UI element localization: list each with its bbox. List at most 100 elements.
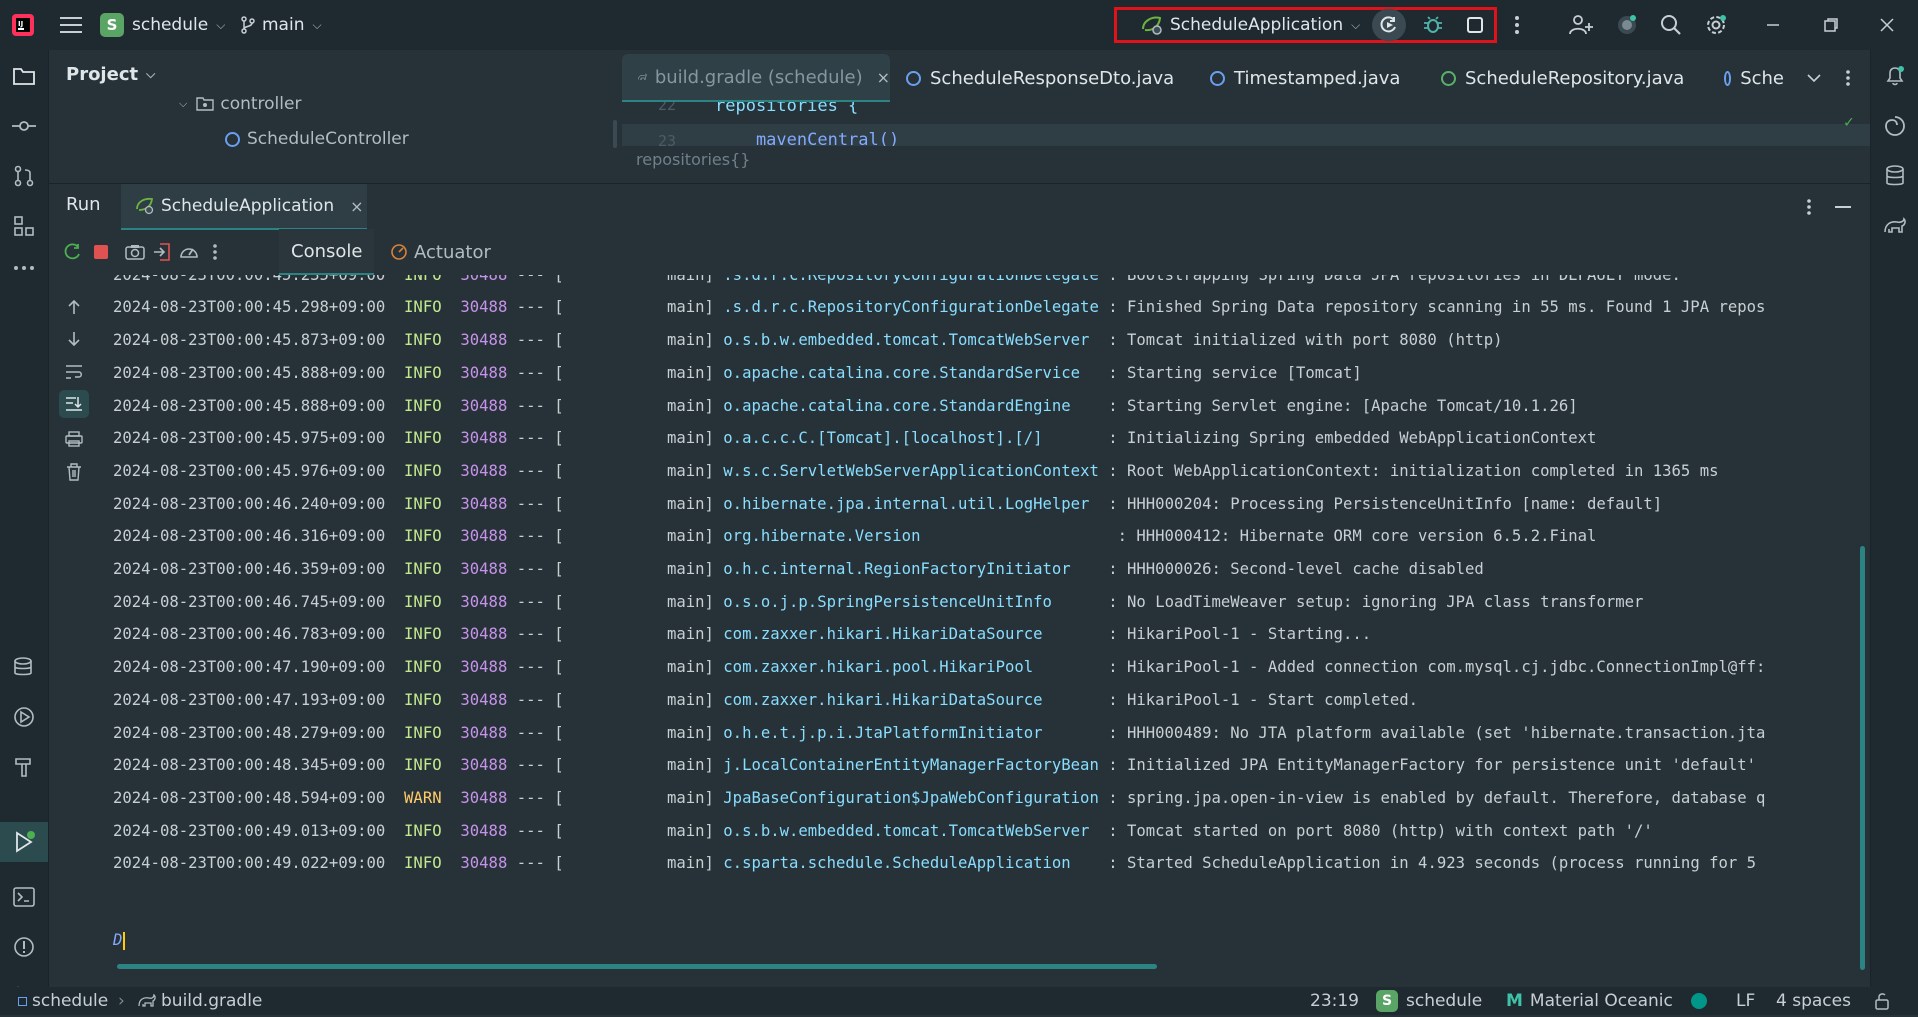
project-folder-icon[interactable] [0,56,48,96]
notifications-bell-icon[interactable] [1871,56,1918,96]
close-tab-icon[interactable]: × [350,197,363,216]
intellij-logo-icon[interactable]: IJ [10,12,36,38]
stop-icon[interactable] [89,240,113,264]
code-breadcrumb[interactable]: repositories{} [636,150,750,169]
tab-actuator[interactable]: Actuator [390,229,491,275]
run-config-selector[interactable]: ScheduleApplication ⌵ [1140,0,1360,50]
log-logger-class[interactable]: HikariPool [939,658,1033,676]
stop-icon[interactable] [1460,9,1490,41]
profiler-gauge-icon[interactable] [177,240,201,264]
log-logger-class[interactable]: JpaBaseConfiguration$JpaWebConfiguration [723,789,1099,807]
structure-icon[interactable] [0,206,48,246]
horizontal-scrollbar[interactable] [117,964,1157,969]
database-icon[interactable] [1871,156,1918,196]
log-logger-class[interactable]: Version [855,527,921,545]
terminal-icon[interactable] [0,877,48,917]
log-logger-class[interactable]: StandardService [939,364,1080,382]
log-logger-class[interactable]: JtaPlatformInitiator [855,724,1043,742]
theme-accent-dot-icon[interactable] [1691,987,1707,1015]
log-logger-class[interactable]: ServletWebServerApplicationContext [780,462,1099,480]
log-logger-class[interactable]: TomcatWebServer [949,822,1090,840]
log-logger-class[interactable]: RegionFactoryInitiator [864,560,1071,578]
vertical-scrollbar[interactable] [1860,546,1865,970]
pull-requests-icon[interactable] [0,156,48,196]
soft-wrap-icon[interactable] [62,360,86,384]
settings-gear-icon[interactable] [1703,12,1729,38]
add-user-icon[interactable] [1568,12,1594,38]
restore-window-icon[interactable] [1818,12,1844,38]
log-logger-class[interactable]: SpringPersistenceUnitInfo [817,593,1052,611]
run-tool-icon[interactable] [0,822,48,862]
project-panel-title[interactable]: Project ⌵ [66,64,155,85]
scroll-up-arrow-icon[interactable] [62,295,86,319]
panel-splitter[interactable] [613,120,617,148]
tree-item-schedulecontroller[interactable]: ScheduleController [225,124,409,154]
log-logger-class[interactable]: LocalContainerEntityManagerFactoryBean [742,756,1099,774]
hide-panel-icon[interactable] [1831,195,1855,219]
status-theme[interactable]: M Material Oceanic [1506,987,1673,1015]
tab-schedule-response-dto[interactable]: ScheduleResponseDto.java [906,54,1174,102]
log-logger-class[interactable]: LogHelper [1005,495,1090,513]
status-breadcrumb-file[interactable]: build.gradle [138,987,262,1015]
log-logger-class[interactable]: HikariDataSource [892,625,1042,643]
tree-item-controller[interactable]: ⌵ controller [179,89,301,119]
package-folder-icon [196,97,215,111]
rerun-icon[interactable] [61,240,85,264]
gradle-elephant-icon[interactable] [1871,206,1918,246]
tab-console[interactable]: Console [279,229,375,275]
close-tab-icon[interactable]: × [877,68,890,87]
log-logger-class[interactable]: TomcatWebServer [949,331,1090,349]
tab-more-icon[interactable] [1836,66,1860,90]
exit-icon[interactable] [150,240,174,264]
clear-trash-icon[interactable] [62,460,86,484]
commit-icon[interactable] [0,106,48,146]
readonly-lock-icon[interactable] [1874,987,1892,1015]
log-thread: main] [563,592,724,611]
rerun-icon[interactable] [1372,9,1406,41]
tab-list-chevron-icon[interactable] [1802,66,1826,90]
more-vertical-icon[interactable] [1504,12,1530,38]
toolbar-more-icon[interactable] [203,240,227,264]
close-window-icon[interactable] [1874,12,1900,38]
log-logger-class[interactable]: C [798,429,807,447]
tab-timestamped[interactable]: Timestamped.java [1210,54,1400,102]
run-tab-scheduleapplication[interactable]: ScheduleApplication × [121,184,367,230]
more-horizontal-icon[interactable] [0,248,48,288]
ai-chat-icon[interactable] [1871,106,1918,146]
print-icon[interactable] [62,427,86,451]
run-services-icon[interactable] [0,697,48,737]
log-logger-class[interactable]: ScheduleApplication [892,854,1070,872]
build-hammer-icon[interactable] [0,747,48,787]
line-separator[interactable]: LF [1736,987,1755,1015]
camera-snapshot-icon[interactable] [123,240,147,264]
project-selector[interactable]: S schedule ⌵ [100,0,225,50]
console-output[interactable]: 2024-08-23T00:00:44.558+09:00 INFO 30488… [101,275,1861,965]
no-problems-check-icon[interactable]: ✓ [1844,112,1854,131]
ai-assistant-icon[interactable] [1614,12,1640,38]
status-breadcrumb-root[interactable]: schedule [18,987,108,1015]
debug-icon[interactable] [1418,9,1448,41]
branch-selector[interactable]: main ⌵ [240,0,322,50]
log-logger-class[interactable]: RepositoryConfigurationDelegate [808,275,1099,284]
tab-schedule-truncated[interactable]: Sche [1724,54,1784,102]
status-module[interactable]: S schedule [1376,987,1482,1015]
log-logger-class[interactable]: RepositoryConfigurationDelegate [808,298,1099,316]
scroll-down-arrow-icon[interactable] [62,327,86,351]
indent-setting[interactable]: 4 spaces [1776,987,1851,1015]
log-padding [920,527,1117,545]
console-input-line[interactable]: D [113,927,126,953]
log-logger-class[interactable]: StandardEngine [939,397,1070,415]
minimize-window-icon[interactable] [1760,12,1786,38]
scroll-to-end-icon[interactable] [59,390,89,418]
problems-icon[interactable] [0,927,48,967]
search-icon[interactable] [1658,12,1684,38]
run-panel-more-icon[interactable] [1797,195,1821,219]
services-icon[interactable] [0,647,48,687]
code-editor[interactable]: 22 repositories { 23 mavenCentral() ✓ [622,102,1870,146]
log-pid: 30488 [460,298,508,317]
log-logger-class[interactable]: HikariDataSource [892,691,1042,709]
main-menu-icon[interactable] [58,12,84,38]
tab-build-gradle[interactable]: build.gradle (schedule) × [622,54,890,102]
tab-schedule-repository[interactable]: ScheduleRepository.java [1441,54,1684,102]
caret-position[interactable]: 23:19 [1310,987,1359,1015]
